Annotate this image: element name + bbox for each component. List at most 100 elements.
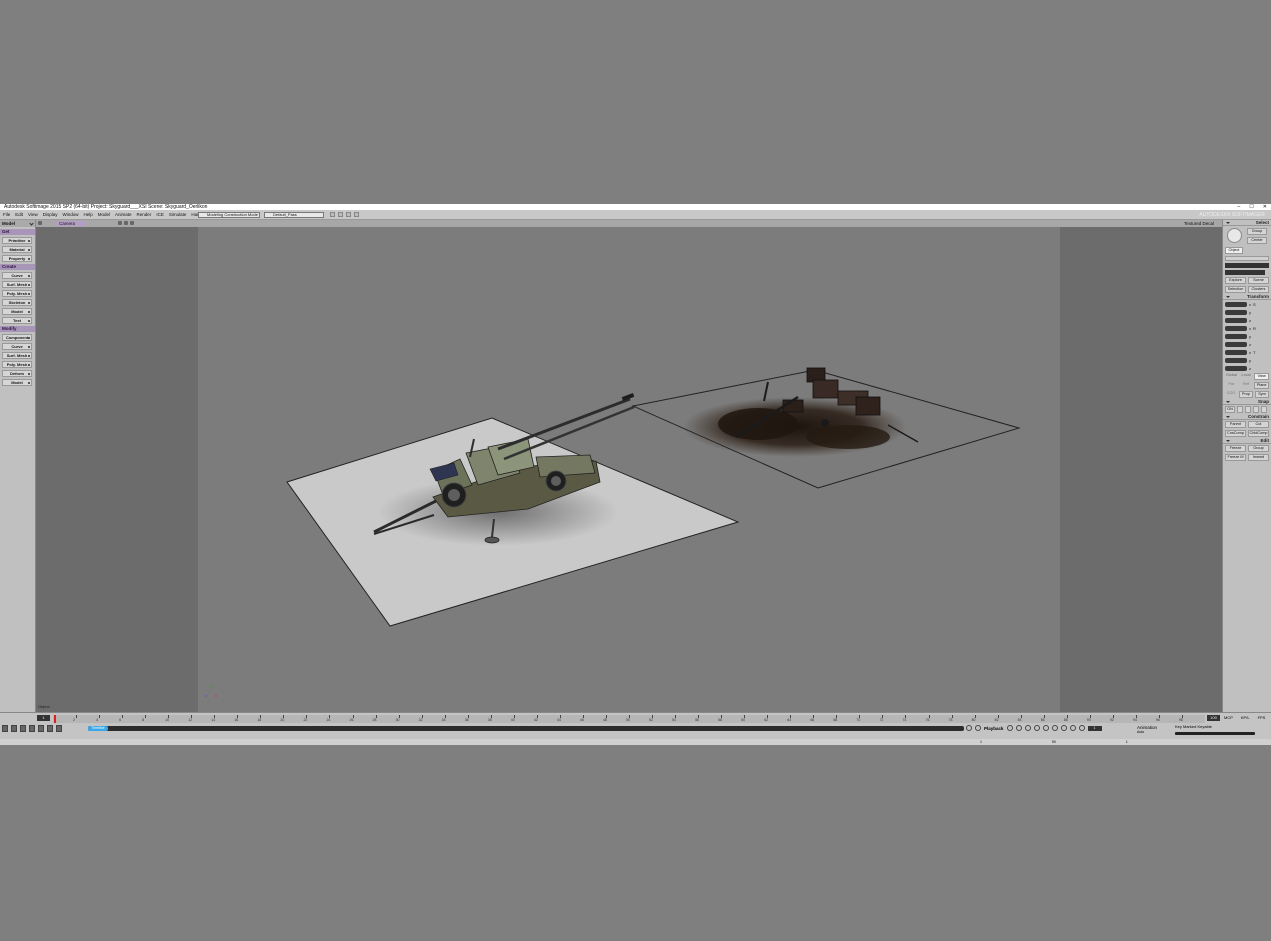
menu-display[interactable]: Display xyxy=(43,210,58,220)
group-select-button[interactable]: Group xyxy=(1247,228,1267,235)
scene-button[interactable]: Scene xyxy=(1248,277,1269,284)
key-marked-dropdown[interactable]: Key Marked Keyable xyxy=(1175,724,1255,729)
timeline-end-frame[interactable]: 100 xyxy=(1207,715,1220,721)
scale-icon[interactable]: S xyxy=(1253,302,1256,307)
3d-viewport[interactable]: Camera Textured Decal y z x Object xyxy=(36,220,1222,712)
key-slider[interactable] xyxy=(1175,732,1255,735)
next-frame-icon[interactable] xyxy=(1060,725,1067,731)
property-button[interactable]: Property xyxy=(2,255,32,262)
transform-section-header[interactable]: Transform xyxy=(1223,294,1271,300)
menu-edit[interactable]: Edit xyxy=(15,210,23,220)
snap-curve-icon[interactable] xyxy=(1245,406,1251,413)
loop-icon[interactable] xyxy=(966,725,972,731)
snap-surface-icon[interactable] xyxy=(1253,406,1259,413)
selection-button[interactable]: Selection xyxy=(1225,286,1246,293)
snap-point-icon[interactable] xyxy=(1237,406,1243,413)
local-button[interactable]: Local xyxy=(1240,373,1253,380)
playback-menu[interactable]: Playback xyxy=(984,726,1004,731)
immed-button[interactable]: Immed xyxy=(1248,454,1269,461)
menu-view[interactable]: View xyxy=(28,210,38,220)
cog-button[interactable]: COG xyxy=(1225,391,1237,398)
create-poly-mesh-button[interactable]: Poly. Mesh xyxy=(2,290,32,297)
chldcomp-button[interactable]: ChldComp xyxy=(1248,430,1269,437)
next-key-icon[interactable] xyxy=(1069,725,1076,731)
menu-help[interactable]: Help xyxy=(84,210,93,220)
undo-icon[interactable] xyxy=(338,212,343,217)
rotate-y-field[interactable] xyxy=(1225,333,1247,339)
viewport-menu-icon[interactable] xyxy=(38,221,42,225)
rotate-x-field[interactable] xyxy=(1225,325,1247,331)
material-button[interactable]: Material xyxy=(2,246,32,253)
create-curve-button[interactable]: Curve xyxy=(2,272,32,279)
edit-section-header[interactable]: Edit xyxy=(1223,438,1271,444)
modify-model-button[interactable]: Model xyxy=(2,379,32,386)
cut-button[interactable]: Cut xyxy=(1248,421,1269,428)
cnscomp-button[interactable]: CnsComp xyxy=(1225,430,1246,437)
scale-z-field[interactable] xyxy=(1225,317,1247,323)
camera-dropdown[interactable]: Camera xyxy=(56,221,86,226)
select-arrow-icon[interactable] xyxy=(1227,228,1242,243)
auto-key-toggle[interactable]: Auto xyxy=(1137,730,1157,734)
construction-mode-dropdown[interactable]: Modeling Construction Mode xyxy=(198,212,260,218)
selection-filter-dropdown[interactable] xyxy=(1225,256,1269,261)
plane-button[interactable]: Plane xyxy=(1254,382,1270,389)
snap-section-header[interactable]: Snap xyxy=(1223,399,1271,405)
pass-dropdown[interactable]: Default_Pass xyxy=(264,212,324,218)
ref-button[interactable]: Ref xyxy=(1240,382,1253,389)
freeze-button[interactable]: Freeze xyxy=(1225,445,1246,452)
eye-icon[interactable] xyxy=(124,221,128,225)
timeline-ruler[interactable]: 2 4 6 8 10 12 14 16 18 20 22 24 26 28 30 32 34 36 38 40 42 44… xyxy=(53,715,1205,723)
view-button[interactable]: View xyxy=(1254,373,1270,380)
shading-mode-dropdown[interactable]: Textured Decal xyxy=(1184,220,1214,227)
scale-y-field[interactable] xyxy=(1225,309,1247,315)
modify-component-button[interactable]: Component xyxy=(2,334,32,341)
menu-simulate[interactable]: Simulate xyxy=(169,210,187,220)
timeline-start-frame[interactable]: 1 xyxy=(37,715,50,721)
global-button[interactable]: Global xyxy=(1225,373,1238,380)
modify-poly-mesh-button[interactable]: Poly. Mesh xyxy=(2,361,32,368)
camera-frame[interactable]: y z x xyxy=(198,227,1060,712)
object-filter-button[interactable]: Object xyxy=(1225,247,1243,254)
create-text-button[interactable]: Text xyxy=(2,317,32,324)
create-surf-mesh-button[interactable]: Surf. Mesh xyxy=(2,281,32,288)
range-slider-handle[interactable]: Timeline xyxy=(88,726,108,731)
last-frame-icon[interactable] xyxy=(1078,725,1085,731)
audio-icon[interactable] xyxy=(975,725,981,731)
group-button[interactable]: Group xyxy=(1248,445,1269,452)
light-icon[interactable] xyxy=(130,221,134,225)
display-options-icon[interactable] xyxy=(118,221,122,225)
current-frame-field[interactable]: 1 xyxy=(1087,725,1102,731)
play-forward-icon[interactable] xyxy=(1051,725,1058,731)
par-button[interactable]: Par xyxy=(1225,382,1238,389)
stop-icon[interactable] xyxy=(1042,725,1049,731)
menu-file[interactable]: File xyxy=(3,210,10,220)
mcp-label[interactable]: MCP xyxy=(1224,715,1233,720)
translate-y-field[interactable] xyxy=(1225,357,1247,363)
refresh-icon[interactable] xyxy=(354,212,359,217)
menu-window[interactable]: Window xyxy=(62,210,78,220)
prev-frame-icon[interactable] xyxy=(1024,725,1031,731)
prop-button[interactable]: Prop xyxy=(1239,391,1253,398)
rotate-z-field[interactable] xyxy=(1225,341,1247,347)
translate-x-field[interactable] xyxy=(1225,349,1247,355)
first-frame-icon[interactable] xyxy=(1006,725,1013,731)
clusters-button[interactable]: Clusters xyxy=(1248,286,1269,293)
modify-surf-mesh-button[interactable]: Surf. Mesh xyxy=(2,352,32,359)
module-selector[interactable]: Model xyxy=(0,220,35,227)
fps-label[interactable]: FPS xyxy=(1258,715,1266,720)
render-region-icon[interactable] xyxy=(330,212,335,217)
range-slider-track[interactable] xyxy=(88,726,964,731)
explore-button[interactable]: Explore xyxy=(1225,277,1246,284)
rotate-icon[interactable]: R xyxy=(1253,326,1256,331)
menu-model[interactable]: Model xyxy=(98,210,110,220)
selected-object-field[interactable] xyxy=(1225,263,1269,268)
selection-name-field[interactable] xyxy=(1225,270,1265,275)
create-model-button[interactable]: Model xyxy=(2,308,32,315)
translate-z-field[interactable] xyxy=(1225,365,1247,371)
modify-deform-button[interactable]: Deform xyxy=(2,370,32,377)
playhead[interactable] xyxy=(54,715,56,723)
modify-curve-button[interactable]: Curve xyxy=(2,343,32,350)
menu-animate[interactable]: Animate xyxy=(115,210,132,220)
primitive-button[interactable]: Primitive xyxy=(2,237,32,244)
menu-ice[interactable]: ICE xyxy=(156,210,164,220)
